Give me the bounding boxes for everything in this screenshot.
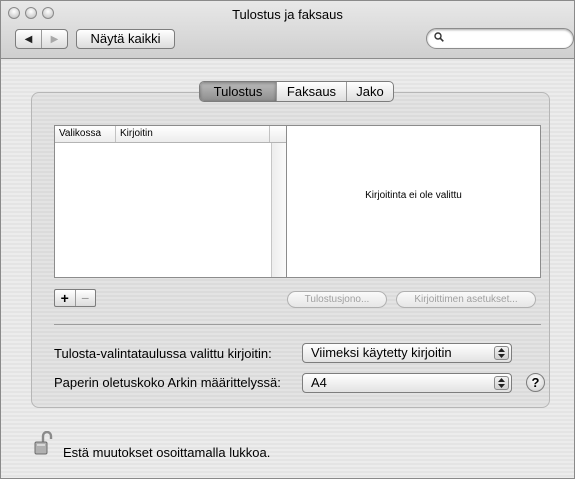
add-remove-group: + − [54, 289, 96, 307]
tab-jako[interactable]: Jako [346, 82, 393, 101]
printer-detail-panel: Kirjoitinta ei ole valittu [287, 125, 541, 278]
popup-arrows-icon [494, 376, 509, 390]
paper-size-label: Paperin oletuskoko Arkin määrittelyssä: [54, 375, 281, 390]
printer-setup-button[interactable]: Kirjoittimen asetukset... [396, 291, 536, 308]
printer-list-scrollbar[interactable] [271, 143, 286, 277]
search-icon [434, 32, 444, 42]
lock-icon[interactable] [34, 431, 54, 455]
selected-printer-popup[interactable]: Viimeksi käytetty kirjoitin [302, 343, 512, 363]
search-field[interactable] [426, 28, 574, 49]
show-all-button[interactable]: Näytä kaikki [76, 29, 175, 49]
window-title: Tulostus ja faksaus [232, 7, 343, 22]
help-button[interactable]: ? [526, 373, 545, 392]
printer-list[interactable]: Valikossa Kirjoitin [54, 125, 287, 278]
paper-size-value: A4 [311, 375, 327, 390]
forward-button[interactable]: ▶ [42, 30, 67, 48]
popup-arrows-icon [494, 346, 509, 360]
tab-bar: Tulostus Faksaus Jako [199, 81, 394, 102]
add-printer-button[interactable]: + [55, 290, 76, 306]
selected-printer-value: Viimeksi käytetty kirjoitin [311, 345, 452, 360]
separator [54, 324, 541, 325]
left-arrow-icon: ◀ [24, 33, 33, 45]
no-printer-selected-text: Kirjoitinta ei ole valittu [365, 190, 462, 201]
back-forward-group: ◀ ▶ [15, 29, 68, 49]
tab-tulostus[interactable]: Tulostus [200, 82, 276, 101]
printer-list-header: Valikossa Kirjoitin [55, 126, 286, 143]
column-header-in-menu[interactable]: Valikossa [55, 126, 116, 142]
window-titlebar: Tulostus ja faksaus ◀ ▶ Näytä kaikki [1, 1, 574, 59]
lock-description: Estä muutokset osoittamalla lukkoa. [63, 445, 271, 460]
right-arrow-icon: ▶ [50, 33, 59, 45]
column-header-printer[interactable]: Kirjoitin [116, 126, 270, 142]
remove-printer-button[interactable]: − [76, 290, 96, 306]
selected-printer-label: Tulosta-valintataulussa valittu kirjoiti… [54, 346, 272, 361]
back-button[interactable]: ◀ [16, 30, 42, 48]
paper-size-popup[interactable]: A4 [302, 373, 512, 393]
tab-faksaus[interactable]: Faksaus [276, 82, 346, 101]
print-queue-button[interactable]: Tulostusjono... [287, 291, 387, 308]
preferences-window: Tulostus ja faksaus ◀ ▶ Näytä kaikki Tul… [0, 0, 575, 479]
